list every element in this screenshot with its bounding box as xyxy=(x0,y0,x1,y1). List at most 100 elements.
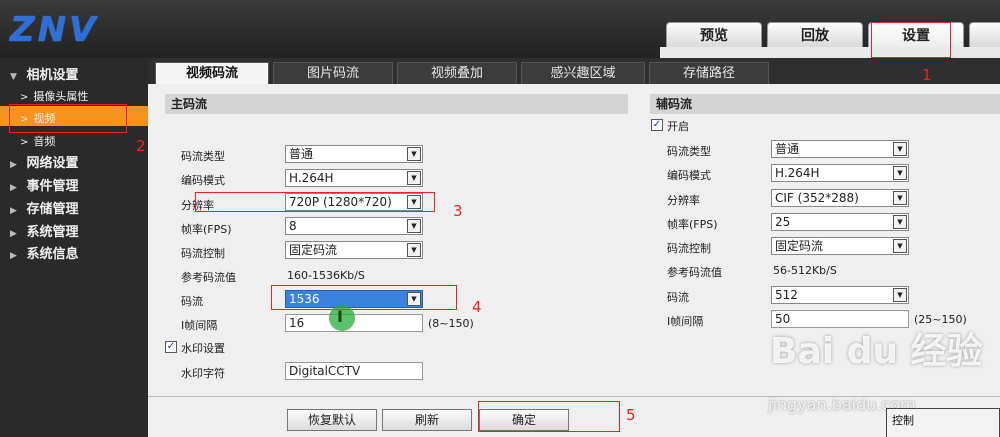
refresh-button[interactable]: 刷新 xyxy=(382,409,472,431)
sidebar-group-network[interactable]: ▶ 网络设置 xyxy=(10,152,79,171)
restore-default-button[interactable]: 恢复默认 xyxy=(287,409,377,431)
main-rate-control-select[interactable]: 固定码流 ▼ xyxy=(285,241,423,259)
sub-rate-control-select[interactable]: 固定码流 ▼ xyxy=(771,237,909,255)
sub-stream-enable-checkbox[interactable]: ✓ xyxy=(651,119,663,131)
main-iframe-label: I帧间隔 xyxy=(181,319,218,332)
chevron-down-icon[interactable]: ▼ xyxy=(407,219,421,233)
sub-fps-select[interactable]: 25 ▼ xyxy=(771,213,909,231)
znv-logo: ZNV xyxy=(10,10,99,50)
chevron-down-icon[interactable]: ▼ xyxy=(407,171,421,185)
watermark-text-label: 水印字符 xyxy=(181,367,225,380)
sub-stream-enable-label: 开启 xyxy=(667,120,689,133)
annotation-number-2: 2 xyxy=(136,137,146,155)
baidu-jingyan-watermark-logo: Bai du 经验 xyxy=(770,331,983,372)
chevron-right-icon: > xyxy=(20,137,29,148)
content-area: 视频码流 图片码流 视频叠加 感兴趣区域 存储路径 主码流 码流类型 普通 ▼ … xyxy=(148,58,1000,437)
annotation-number-4: 4 xyxy=(472,298,482,316)
annotation-box-5 xyxy=(478,401,620,432)
chevron-right-icon: > xyxy=(20,92,29,103)
chevron-down-icon: ▼ xyxy=(10,72,17,82)
tab-extra[interactable] xyxy=(969,22,1000,48)
tab-picture-stream[interactable]: 图片码流 xyxy=(273,62,393,84)
main-stream-type-label: 码流类型 xyxy=(181,150,225,163)
tab-video-stream[interactable]: 视频码流 xyxy=(155,62,269,84)
sub-resolution-label: 分辨率 xyxy=(667,194,700,207)
sidebar-item-camera-props[interactable]: > 摄像头属性 xyxy=(20,88,88,104)
annotation-number-5: 5 xyxy=(626,406,636,424)
chevron-down-icon[interactable]: ▼ xyxy=(893,239,907,253)
watermark-checkbox[interactable]: ✓ xyxy=(165,341,177,353)
sub-iframe-label: I帧间隔 xyxy=(667,315,704,328)
chevron-right-icon: ▶ xyxy=(10,251,17,261)
sub-stream-type-select[interactable]: 普通 ▼ xyxy=(771,140,909,158)
tab-storage-path[interactable]: 存储路径 xyxy=(649,62,769,84)
sidebar-item-label: 音频 xyxy=(33,135,56,148)
chevron-down-icon[interactable]: ▼ xyxy=(893,215,907,229)
annotation-box-4 xyxy=(271,285,457,310)
sub-stream-header: 辅码流 xyxy=(650,94,1000,114)
annotation-number-3: 3 xyxy=(453,202,463,220)
annotation-box-3 xyxy=(195,192,435,212)
sub-ref-bitrate-value: 56-512Kb/S xyxy=(773,264,837,277)
annotation-number-1: 1 xyxy=(922,66,932,84)
annotation-box-2 xyxy=(9,104,127,133)
sidebar-group-storage[interactable]: ▶ 存储管理 xyxy=(10,198,79,217)
sub-rate-control-label: 码流控制 xyxy=(667,242,711,255)
main-iframe-range: (8~150) xyxy=(428,317,474,330)
sub-resolution-select[interactable]: CIF (352*288) ▼ xyxy=(771,189,909,207)
chevron-right-icon: ▶ xyxy=(10,160,17,170)
app-header: ZNV 预览 回放 设置 xyxy=(0,0,1000,58)
control-panel-title: 控制 xyxy=(892,414,914,427)
chevron-right-icon: ▶ xyxy=(10,183,17,193)
chevron-down-icon[interactable]: ▼ xyxy=(893,142,907,156)
main-stream-type-select[interactable]: 普通 ▼ xyxy=(285,145,423,163)
watermark-text-input[interactable]: DigitalCCTV xyxy=(285,362,423,380)
select-value: 普通 xyxy=(289,147,314,161)
select-value: 固定码流 xyxy=(289,243,338,257)
main-rate-control-label: 码流控制 xyxy=(181,247,225,260)
sidebar-item-label: 摄像头属性 xyxy=(33,90,89,103)
sub-bitrate-label: 码流 xyxy=(667,291,689,304)
chevron-down-icon[interactable]: ▼ xyxy=(407,243,421,257)
sidebar-group-label: 相机设置 xyxy=(26,68,79,83)
sidebar-group-events[interactable]: ▶ 事件管理 xyxy=(10,175,79,194)
tab-roi[interactable]: 感兴趣区域 xyxy=(521,62,645,84)
select-value: CIF (352*288) xyxy=(775,191,859,205)
chevron-right-icon: ▶ xyxy=(10,206,17,216)
main-stream-header: 主码流 xyxy=(165,94,628,114)
sidebar-group-system-mgmt[interactable]: ▶ 系统管理 xyxy=(10,221,79,240)
text-cursor-icon: I xyxy=(337,307,343,326)
chevron-down-icon[interactable]: ▼ xyxy=(893,191,907,205)
sub-bitrate-select[interactable]: 512 ▼ xyxy=(771,286,909,304)
sub-encode-mode-select[interactable]: H.264H ▼ xyxy=(771,164,909,182)
sidebar-group-label: 事件管理 xyxy=(26,179,79,194)
sub-fps-label: 帧率(FPS) xyxy=(667,218,718,231)
chevron-right-icon: ▶ xyxy=(10,229,17,239)
main-ref-bitrate-label: 参考码流值 xyxy=(181,271,236,284)
main-fps-select[interactable]: 8 ▼ xyxy=(285,217,423,235)
sidebar-group-label: 系统信息 xyxy=(26,247,79,262)
chevron-down-icon[interactable]: ▼ xyxy=(407,147,421,161)
select-value: 普通 xyxy=(775,142,800,156)
select-value: 8 xyxy=(289,219,297,233)
sidebar-group-system-info[interactable]: ▶ 系统信息 xyxy=(10,243,79,262)
sub-stream-type-label: 码流类型 xyxy=(667,145,711,158)
tab-video-overlay[interactable]: 视频叠加 xyxy=(397,62,517,84)
tab-preview[interactable]: 预览 xyxy=(666,22,762,48)
sidebar-group-label: 存储管理 xyxy=(26,202,79,217)
control-panel[interactable]: 控制 xyxy=(886,408,1000,437)
sub-ref-bitrate-label: 参考码流值 xyxy=(667,266,722,279)
chevron-down-icon[interactable]: ▼ xyxy=(893,288,907,302)
sidebar-group-camera[interactable]: ▼ 相机设置 xyxy=(10,64,79,83)
main-fps-label: 帧率(FPS) xyxy=(181,223,232,236)
select-value: H.264H xyxy=(289,171,334,185)
sidebar-group-label: 网络设置 xyxy=(26,156,79,171)
select-value: 25 xyxy=(775,215,791,229)
tab-playback[interactable]: 回放 xyxy=(767,22,863,48)
main-ref-bitrate-value: 160-1536Kb/S xyxy=(287,269,365,282)
chevron-down-icon[interactable]: ▼ xyxy=(893,166,907,180)
watermark-label: 水印设置 xyxy=(181,342,225,355)
select-value: H.264H xyxy=(775,166,820,180)
sidebar-item-audio[interactable]: > 音频 xyxy=(20,133,55,149)
main-encode-mode-select[interactable]: H.264H ▼ xyxy=(285,169,423,187)
